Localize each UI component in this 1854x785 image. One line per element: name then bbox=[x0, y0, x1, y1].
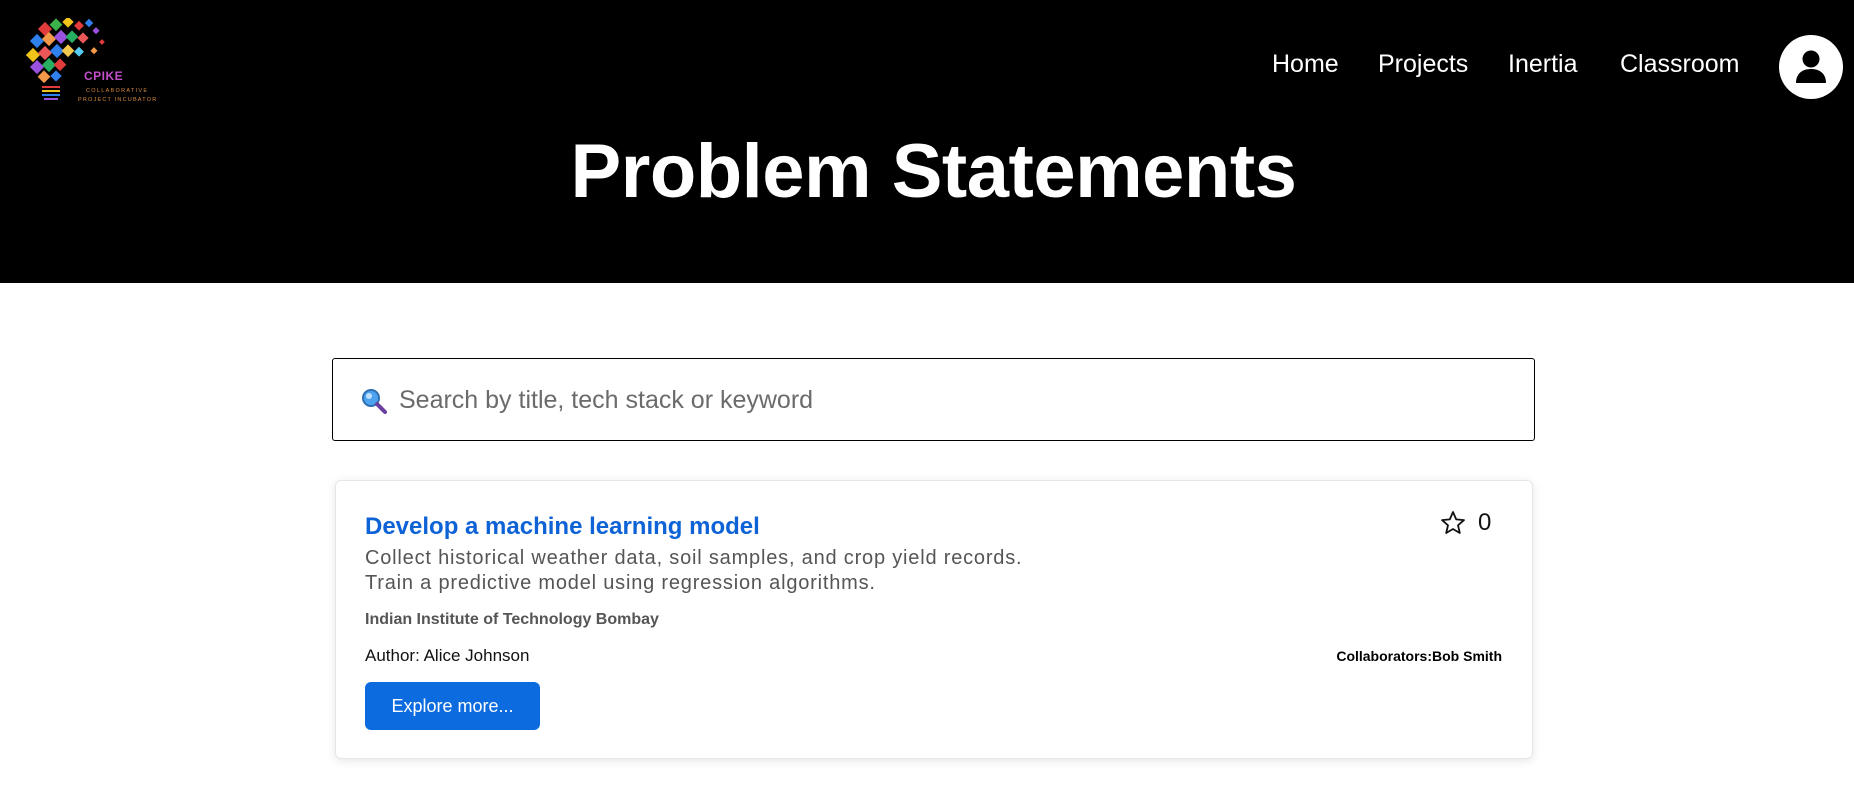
problem-statement-card: Develop a machine learning model Collect… bbox=[335, 480, 1533, 759]
card-collaborators: Collaborators:Bob Smith bbox=[1336, 648, 1502, 664]
user-icon bbox=[1796, 50, 1826, 83]
star-count: 0 bbox=[1478, 509, 1492, 536]
card-title-link[interactable]: Develop a machine learning model bbox=[365, 513, 760, 541]
star-button[interactable]: 0 bbox=[1440, 509, 1510, 539]
search-input[interactable] bbox=[399, 379, 1509, 421]
explore-more-button[interactable]: Explore more... bbox=[365, 682, 540, 730]
header: CPIKE COLLABORATIVE PROJECT INCUBATOR Ho… bbox=[0, 0, 1854, 283]
card-description: Collect historical weather data, soil sa… bbox=[365, 547, 1023, 594]
nav-item-inertia[interactable]: Inertia bbox=[1508, 50, 1577, 79]
logo-tagline-2: PROJECT INCUBATOR bbox=[78, 97, 158, 103]
search-icon bbox=[362, 389, 387, 414]
logo-brand-text: CPIKE bbox=[84, 69, 124, 83]
star-icon bbox=[1441, 511, 1465, 534]
card-institution: Indian Institute of Technology Bombay bbox=[365, 611, 659, 628]
logo[interactable]: CPIKE COLLABORATIVE PROJECT INCUBATOR bbox=[26, 18, 176, 110]
page-title: Problem Statements bbox=[570, 129, 1297, 214]
nav-item-projects[interactable]: Projects bbox=[1378, 50, 1468, 79]
nav-item-classroom[interactable]: Classroom bbox=[1620, 50, 1739, 79]
user-avatar-button[interactable] bbox=[1779, 35, 1843, 99]
card-author: Author: Alice Johnson bbox=[365, 646, 530, 665]
logo-tagline-1: COLLABORATIVE bbox=[86, 88, 149, 94]
nav-item-home[interactable]: Home bbox=[1272, 50, 1339, 79]
search-bar bbox=[332, 358, 1535, 441]
